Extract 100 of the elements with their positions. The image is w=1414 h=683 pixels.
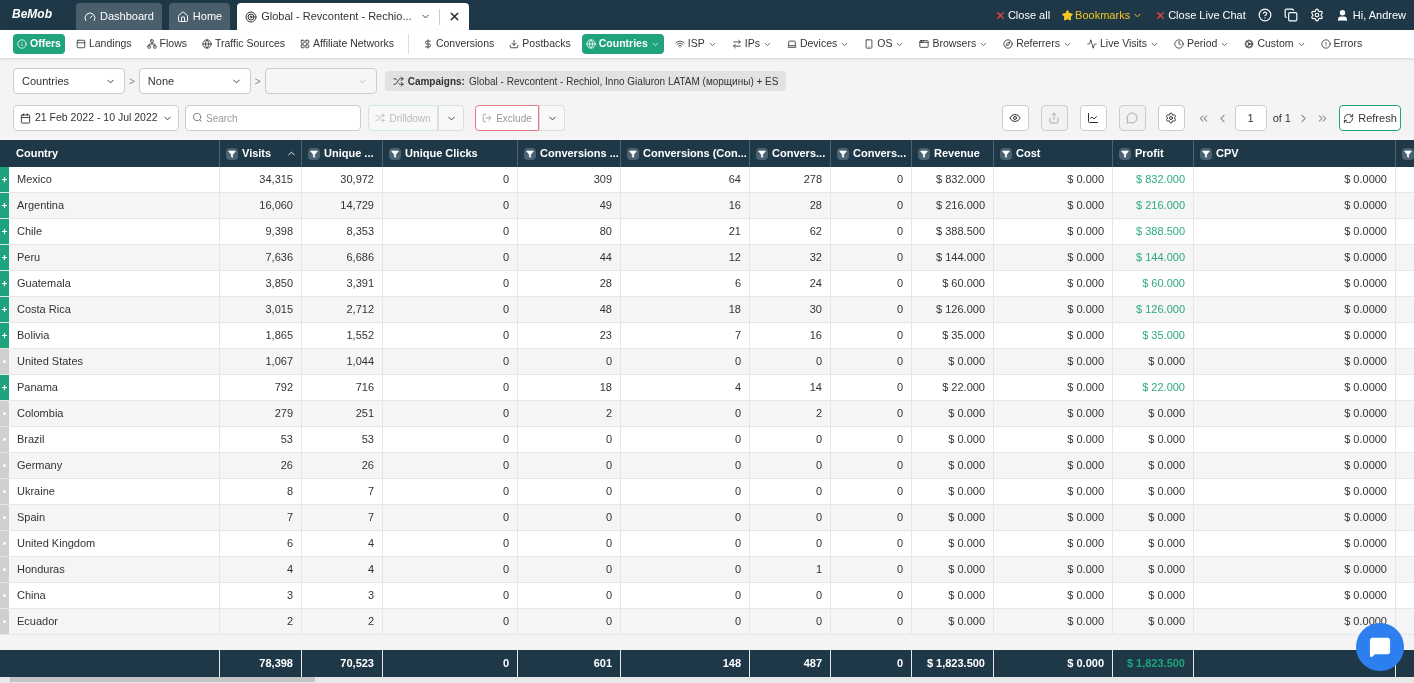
expand-toggle[interactable] — [0, 349, 9, 374]
nav-item[interactable]: OS — [860, 34, 909, 54]
filter-icon[interactable] — [756, 147, 768, 160]
table-cell: 278 — [750, 167, 831, 192]
nav-item[interactable]: Landings — [71, 34, 136, 54]
filter-icon[interactable] — [1200, 147, 1212, 160]
tab[interactable]: Home — [168, 3, 231, 30]
filter-icon[interactable] — [524, 147, 536, 160]
expand-toggle[interactable] — [0, 193, 9, 218]
nav-item[interactable]: Devices — [782, 34, 854, 54]
page-field[interactable]: 1 — [1234, 105, 1267, 131]
table-cell: 0 — [383, 375, 518, 400]
table-cell: $ 0.000 — [912, 479, 994, 504]
table-cell: 0 — [831, 167, 912, 192]
sitemap-icon — [146, 39, 157, 49]
table-cell: $ 0.000 — [994, 583, 1113, 608]
topbar-action[interactable]: Bookmarks — [1062, 6, 1144, 24]
comment-button[interactable] — [1118, 105, 1146, 131]
table-cell: Ecuador — [9, 609, 220, 634]
expand-toggle[interactable] — [0, 479, 9, 504]
nav-item[interactable]: Errors — [1316, 34, 1367, 54]
table-cell: 0 — [750, 479, 831, 504]
table-cell: 12 — [621, 245, 750, 270]
separator: > — [254, 74, 261, 89]
expand-toggle[interactable] — [0, 271, 9, 296]
table-cell: $ 0.000 — [994, 427, 1113, 452]
nav-item[interactable]: ISP — [670, 34, 721, 54]
table-cell: $ 0.000 — [994, 375, 1113, 400]
table-cell: 1,552 — [302, 323, 383, 348]
nav-item[interactable]: Custom — [1240, 34, 1310, 54]
filter-icon[interactable] — [226, 147, 238, 160]
tab[interactable]: Global - Revcontent - Rechio... — [237, 3, 469, 30]
table-cell: 0 — [518, 479, 621, 504]
grouping-select[interactable]: Countries — [13, 68, 125, 94]
expand-toggle[interactable] — [0, 297, 9, 322]
filter-icon[interactable] — [389, 147, 401, 160]
filter-icon[interactable] — [308, 147, 320, 160]
globe-icon — [202, 39, 212, 49]
table-cell: 0 — [518, 531, 621, 556]
nav-item[interactable]: Period — [1170, 34, 1234, 54]
search-field[interactable]: Search — [185, 105, 361, 131]
user-menu[interactable]: Hi, Andrew — [1335, 6, 1406, 24]
expand-toggle[interactable] — [0, 401, 9, 426]
table-cell: 0 — [831, 271, 912, 296]
settings-icon[interactable] — [1309, 8, 1324, 22]
help-icon[interactable] — [1257, 8, 1272, 22]
share-icon — [1048, 112, 1061, 124]
expand-toggle[interactable] — [0, 557, 9, 582]
shuffle-icon — [375, 113, 386, 123]
table-cell: 0 — [383, 557, 518, 582]
nav-item[interactable]: Conversions — [418, 34, 499, 54]
expand-toggle[interactable] — [0, 167, 9, 192]
table-cell: 2 — [220, 609, 302, 634]
close-icon — [1155, 9, 1167, 21]
expand-toggle[interactable] — [0, 453, 9, 478]
scrollbar[interactable] — [10, 677, 315, 682]
chart-button[interactable] — [1079, 105, 1107, 131]
expand-toggle[interactable] — [0, 245, 9, 270]
target-icon — [245, 10, 258, 23]
expand-toggle[interactable] — [0, 375, 9, 400]
refresh-button[interactable]: Refresh — [1339, 105, 1401, 131]
table-cell: 0 — [383, 531, 518, 556]
nav-item[interactable]: Live Visits — [1082, 34, 1164, 54]
table-cell: 0 — [518, 427, 621, 452]
windows-icon[interactable] — [1283, 8, 1298, 22]
filter-icon[interactable] — [918, 147, 930, 160]
date-range-button[interactable]: 21 Feb 2022 - 10 Jul 2022 — [13, 105, 179, 131]
topbar-action[interactable]: Close Live Chat — [1155, 6, 1246, 24]
filter-icon[interactable] — [1000, 147, 1012, 160]
nav-item[interactable]: Traffic Sources — [198, 34, 289, 54]
table-cell: 48 — [518, 297, 621, 322]
expand-toggle[interactable] — [0, 219, 9, 244]
clock-icon — [1174, 39, 1185, 49]
nav-item[interactable]: Affiliate Networks — [296, 34, 398, 54]
table-cell: 28 — [518, 271, 621, 296]
topbar-action[interactable]: Close all — [994, 6, 1051, 24]
nav-item[interactable]: Browsers — [915, 34, 993, 54]
expand-toggle[interactable] — [0, 427, 9, 452]
filter-icon[interactable] — [1402, 147, 1414, 160]
view-button[interactable] — [1001, 105, 1029, 131]
filter-icon[interactable] — [627, 147, 639, 160]
expand-toggle[interactable] — [0, 323, 9, 348]
grouping-select[interactable]: None — [138, 68, 251, 94]
nav-item[interactable]: Flows — [142, 34, 191, 54]
expand-toggle[interactable] — [0, 505, 9, 530]
table-cell: 0 — [383, 245, 518, 270]
filter-icon[interactable] — [837, 147, 849, 160]
table-cell: $ 0.0000 — [1194, 193, 1396, 218]
nav-item[interactable]: Postbacks — [505, 34, 575, 54]
expand-toggle[interactable] — [0, 609, 9, 634]
expand-toggle[interactable] — [0, 531, 9, 556]
filter-icon[interactable] — [1119, 147, 1131, 160]
table-cell: 30 — [750, 297, 831, 322]
nav-item[interactable]: IPs — [727, 34, 776, 54]
settings-button[interactable] — [1157, 105, 1185, 131]
nav-item[interactable]: Referrers — [999, 34, 1076, 54]
tab[interactable]: Dashboard — [76, 3, 162, 30]
table-cell: 0 — [383, 505, 518, 530]
table-cell: $ 216.000 — [1113, 193, 1194, 218]
expand-toggle[interactable] — [0, 583, 9, 608]
